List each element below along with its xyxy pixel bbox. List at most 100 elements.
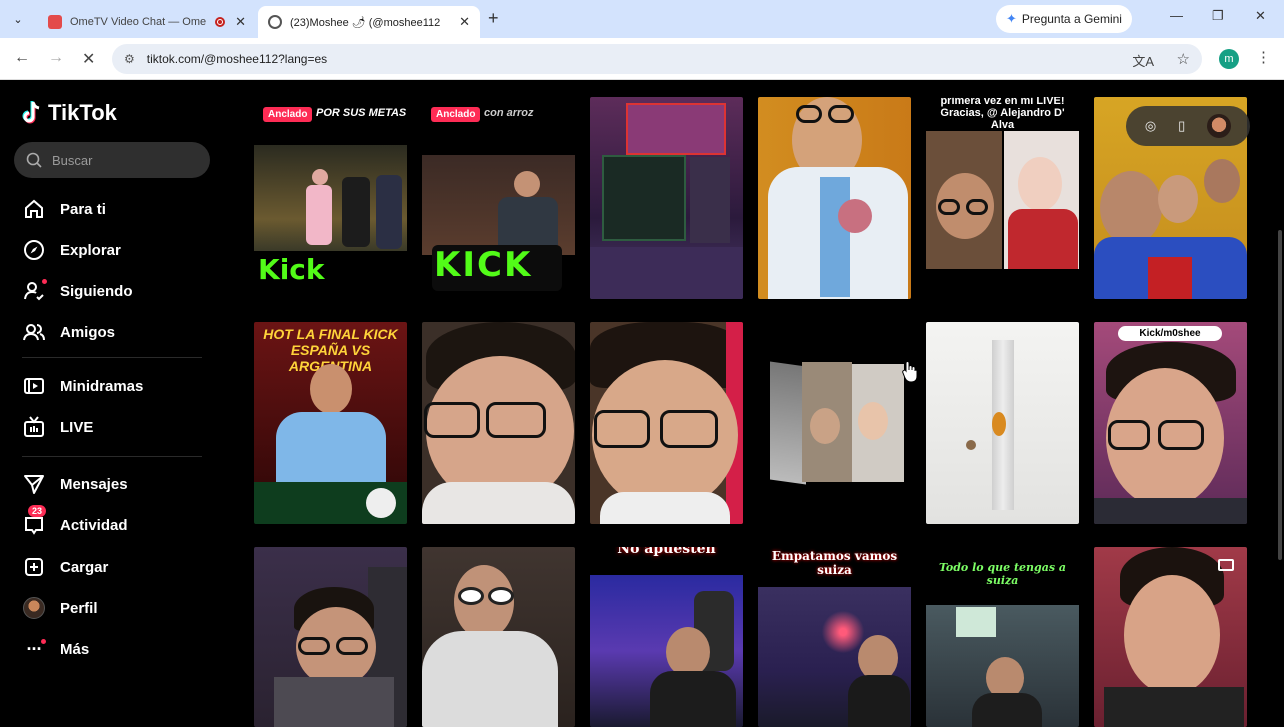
close-tab-icon[interactable]: ✕ xyxy=(459,14,470,30)
nav-cargar[interactable]: Cargar xyxy=(22,552,108,582)
activity-badge: 23 xyxy=(28,505,47,517)
home-icon xyxy=(22,197,46,221)
video-card[interactable] xyxy=(758,97,911,299)
nav-label: Cargar xyxy=(60,558,109,576)
video-card[interactable]: No apuesten xyxy=(590,547,743,727)
nav-mensajes[interactable]: Mensajes xyxy=(22,469,128,499)
sidebar-divider xyxy=(22,456,202,457)
tiktok-logo-text: TikTok xyxy=(48,100,117,125)
nav-siguiendo[interactable]: Siguiendo xyxy=(22,276,133,306)
tiktok-logo[interactable]: TikTok xyxy=(22,100,117,126)
activity-icon: 23 xyxy=(22,505,47,537)
nav-mas[interactable]: ··· Más xyxy=(22,634,90,664)
ometv-favicon-icon xyxy=(48,15,62,29)
video-card[interactable] xyxy=(254,547,407,727)
tab-search-chevron-icon[interactable]: ⌄ xyxy=(6,8,30,30)
nav-para-ti[interactable]: Para ti xyxy=(22,194,106,224)
browser-menu-icon[interactable]: ⋮ xyxy=(1256,48,1271,66)
video-card[interactable]: Empatamos vamos suiza xyxy=(758,547,911,727)
friends-icon xyxy=(22,320,46,344)
search-icon xyxy=(26,152,42,168)
video-card[interactable] xyxy=(590,97,743,299)
tab-title: OmeTV Video Chat — Ome xyxy=(70,16,207,28)
profile-avatar-button[interactable]: m xyxy=(1219,49,1239,69)
new-tab-button[interactable]: + xyxy=(488,8,499,29)
video-caption: No apuesten xyxy=(617,547,716,557)
search-box[interactable] xyxy=(14,142,210,178)
loading-favicon-icon xyxy=(268,15,282,29)
video-caption: con arroz xyxy=(484,107,534,119)
video-card[interactable] xyxy=(1094,547,1247,727)
video-card[interactable] xyxy=(422,547,575,727)
minidramas-icon xyxy=(22,374,46,398)
autoscroll-icon[interactable]: ◎ xyxy=(1145,118,1156,134)
following-icon xyxy=(22,279,47,303)
nav-label: Perfil xyxy=(60,599,98,617)
video-card[interactable] xyxy=(758,322,911,524)
bookmark-star-icon[interactable]: ☆ xyxy=(1177,50,1190,68)
close-window-icon[interactable]: ✕ xyxy=(1255,8,1266,24)
page-scrollbar[interactable] xyxy=(1278,230,1282,560)
forward-icon[interactable]: → xyxy=(48,49,64,67)
search-input[interactable] xyxy=(52,152,202,168)
nav-label: Más xyxy=(60,640,90,658)
video-card[interactable]: HOT LA FINAL KICK ESPAÑA VS ARGENTINA xyxy=(254,322,407,524)
video-card[interactable]: Kick/m0shee xyxy=(1094,322,1247,524)
video-card[interactable] xyxy=(926,322,1079,524)
nav-label: Actividad xyxy=(60,516,128,534)
compass-icon xyxy=(22,238,46,262)
pinned-badge: Anclado xyxy=(431,107,481,122)
video-card[interactable]: Todo lo que tengas a suiza xyxy=(926,547,1079,727)
url-text[interactable]: tiktok.com/@moshee112?lang=es xyxy=(147,52,327,66)
gemini-button[interactable]: ✦ Pregunta a Gemini xyxy=(996,5,1132,33)
pinned-badge: Anclado xyxy=(263,107,313,122)
nav-amigos[interactable]: Amigos xyxy=(22,317,115,347)
kick-overlay-text: KICK xyxy=(434,245,533,285)
nav-label: LIVE xyxy=(60,418,94,436)
video-card[interactable] xyxy=(422,322,575,524)
nav-label: Para ti xyxy=(60,200,106,218)
avatar[interactable] xyxy=(1207,114,1232,138)
gemini-label: Pregunta a Gemini xyxy=(1021,12,1122,26)
address-bar[interactable]: ⚙ tiktok.com/@moshee112?lang=es 文A ☆ xyxy=(112,44,1202,74)
site-info-icon[interactable]: ⚙ xyxy=(124,52,135,66)
gemini-sparkle-icon: ✦ xyxy=(1006,11,1017,26)
tiktok-sidebar: TikTok Para ti Explorar Siguiendo Amigos xyxy=(0,80,240,720)
nav-explorar[interactable]: Explorar xyxy=(22,235,121,265)
nav-label: Explorar xyxy=(60,241,121,259)
browser-tab-ometv[interactable]: OmeTV Video Chat — Ome ✕ xyxy=(38,6,256,38)
video-card[interactable]: Anclado con arroz KICK xyxy=(422,97,575,299)
video-caption: primera vez en mi LIVE! Gracias, @ Aleja… xyxy=(940,97,1065,131)
floating-player-controls: ◎ ▯ xyxy=(1126,106,1250,146)
messages-icon xyxy=(22,472,46,496)
video-card[interactable]: primera vez en mi LIVE! Gracias, @ Aleja… xyxy=(926,97,1079,299)
live-icon xyxy=(22,415,46,439)
back-icon[interactable]: ← xyxy=(14,49,30,67)
browser-tab-tiktok[interactable]: (23)Moshee 🌶 (@moshee112 ✕ xyxy=(258,6,480,38)
gallery-icon xyxy=(1218,559,1234,571)
nav-actividad[interactable]: 23 Actividad xyxy=(22,505,128,540)
nav-label: Mensajes xyxy=(60,475,128,493)
nav-live[interactable]: LIVE xyxy=(22,412,93,442)
video-caption: Empatamos vamos suiza xyxy=(771,549,898,577)
translate-icon[interactable]: 文A xyxy=(1132,51,1154,70)
video-card[interactable] xyxy=(590,322,743,524)
notification-dot xyxy=(42,279,47,284)
nav-perfil[interactable]: Perfil xyxy=(22,593,98,623)
close-tab-icon[interactable]: ✕ xyxy=(235,14,246,30)
video-caption: POR SUS METAS xyxy=(316,107,407,119)
browser-toolbar: ← → ✕ ⚙ tiktok.com/@moshee112?lang=es 文A… xyxy=(0,38,1284,80)
video-caption: Kick/m0shee xyxy=(1118,326,1222,341)
recording-icon xyxy=(215,17,226,27)
upload-icon xyxy=(22,555,46,579)
device-icon[interactable]: ▯ xyxy=(1178,118,1185,134)
video-caption: Todo lo que tengas a suiza xyxy=(938,561,1067,587)
restore-icon[interactable]: ❐ xyxy=(1212,8,1224,24)
nav-minidramas[interactable]: Minidramas xyxy=(22,371,143,401)
sidebar-divider xyxy=(22,357,202,358)
profile-avatar xyxy=(22,596,46,620)
video-card[interactable]: Anclado POR SUS METAS Kick xyxy=(254,97,407,299)
tiktok-note-icon xyxy=(22,101,40,124)
stop-loading-icon[interactable]: ✕ xyxy=(82,49,95,69)
minimize-icon[interactable]: — xyxy=(1170,8,1183,23)
